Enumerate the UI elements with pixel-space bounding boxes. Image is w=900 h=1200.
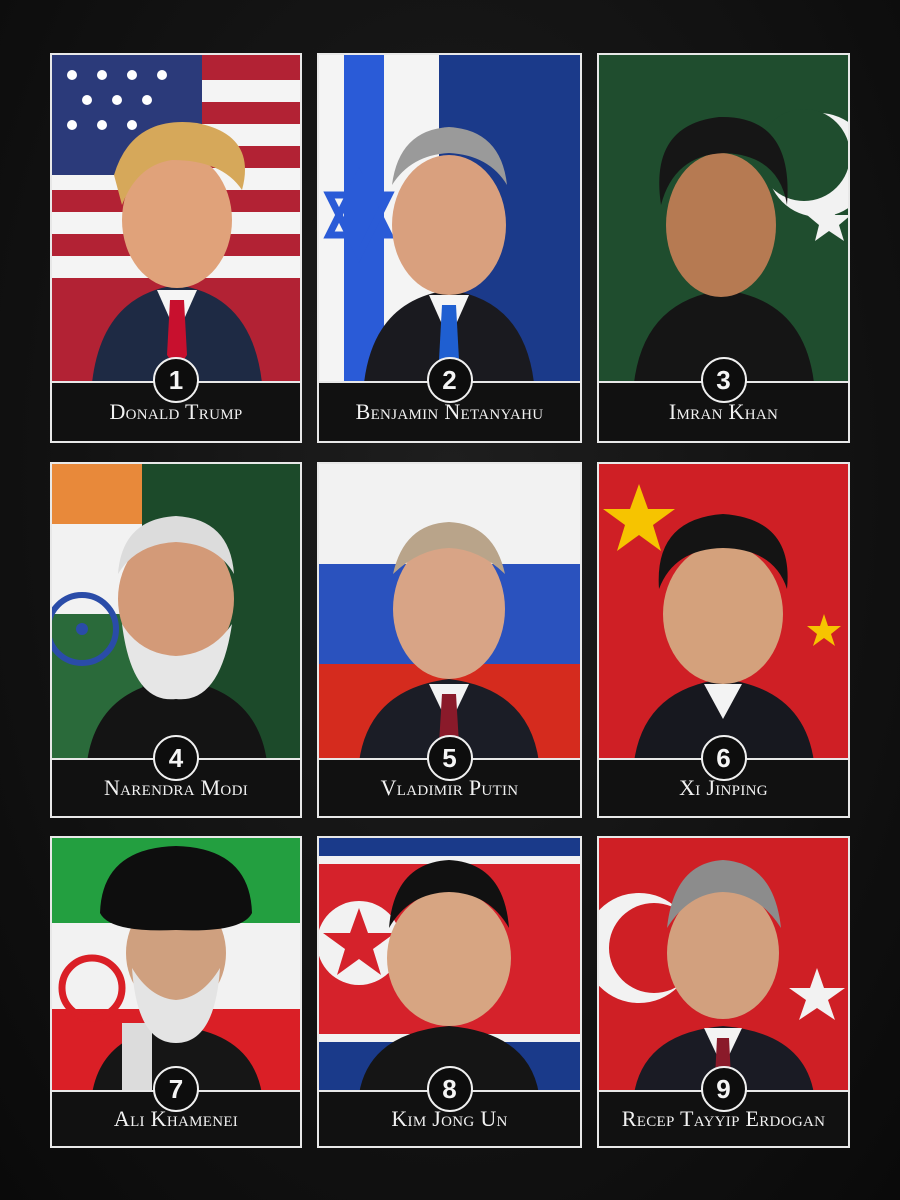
number-badge: 8 xyxy=(426,1066,473,1112)
portrait-photo xyxy=(319,464,580,762)
leader-card-9: 9 Recep Tayyip Erdogan xyxy=(597,836,850,1148)
turkey-flag-icon xyxy=(599,838,848,1094)
number-badge: 6 xyxy=(700,735,747,781)
portrait-photo xyxy=(319,55,580,383)
iran-flag-icon xyxy=(52,838,300,1094)
china-flag-icon xyxy=(599,464,848,762)
portrait-photo xyxy=(319,838,580,1094)
leader-card-5: 5 Vladimir Putin xyxy=(317,462,582,818)
number-badge: 1 xyxy=(153,357,199,403)
portrait-photo xyxy=(599,55,848,383)
number-badge: 7 xyxy=(153,1066,199,1112)
leader-card-8: 8 Kim Jong Un xyxy=(317,836,582,1148)
portrait-photo xyxy=(599,464,848,762)
india-flag-icon xyxy=(52,464,300,762)
number-badge: 3 xyxy=(700,357,747,403)
russia-flag-icon xyxy=(319,464,580,762)
number-badge: 5 xyxy=(426,735,473,781)
pakistan-flag-icon xyxy=(599,55,848,383)
leader-card-4: 4 Narendra Modi xyxy=(50,462,302,818)
leader-card-6: 6 Xi Jinping xyxy=(597,462,850,818)
number-badge: 9 xyxy=(700,1066,747,1112)
leader-card-7: 7 Ali Khamenei xyxy=(50,836,302,1148)
portrait-photo xyxy=(599,838,848,1094)
number-badge: 4 xyxy=(153,735,199,781)
number-badge: 2 xyxy=(426,357,473,403)
portrait-photo xyxy=(52,838,300,1094)
north-korea-flag-icon xyxy=(319,838,580,1094)
leader-card-3: 3 Imran Khan xyxy=(597,53,850,443)
usa-flag-icon xyxy=(52,55,300,383)
portrait-photo xyxy=(52,55,300,383)
leader-card-1: 1 Donald Trump xyxy=(50,53,302,443)
leader-card-2: 2 Benjamin Netanyahu xyxy=(317,53,582,443)
israel-flag-icon xyxy=(319,55,580,383)
portrait-photo xyxy=(52,464,300,762)
